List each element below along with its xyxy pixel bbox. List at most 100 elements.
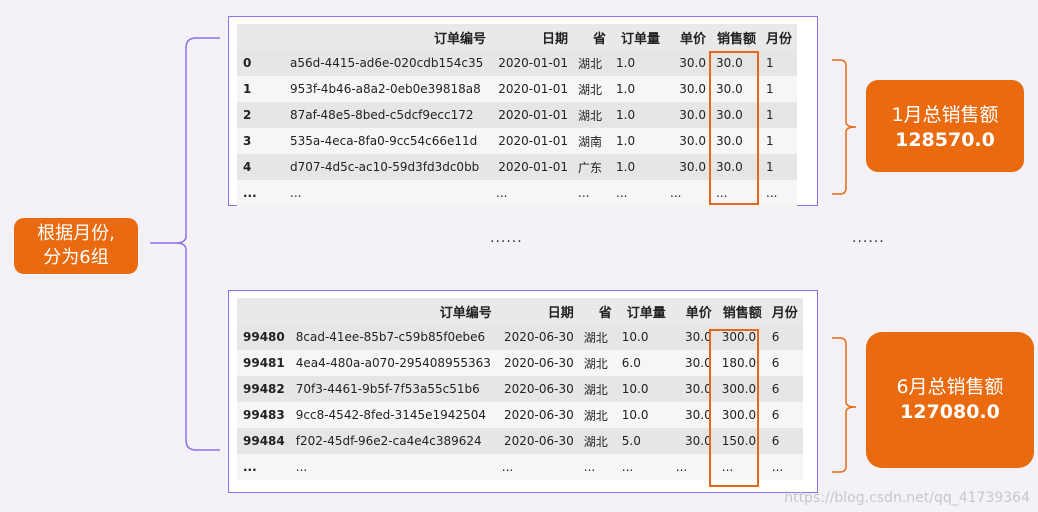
row-index: 99482	[243, 382, 285, 396]
cell-quantity: 1.0	[616, 134, 636, 148]
cell-date: 2020-06-30	[504, 356, 574, 370]
col-header-price: 单价	[685, 305, 712, 321]
groups-omitted-ellipsis: ......	[852, 230, 885, 246]
cell-order-id: f202-45df-96e2-ca4e4c389624	[295, 434, 482, 448]
month6-total-value: 127080.0	[900, 401, 1000, 423]
truncation-cell: ...	[501, 460, 514, 474]
truncation-cell: ...	[578, 186, 590, 200]
month6-total-label: 6月总销售额	[896, 376, 1004, 398]
cell-month: 6	[771, 330, 780, 344]
truncation-cell: ...	[670, 186, 682, 200]
cell-month: 6	[771, 356, 780, 370]
row-index: 1	[243, 82, 252, 96]
truncation-cell: ...	[621, 460, 634, 474]
sales-column-highlight	[709, 329, 759, 487]
cell-date: 2020-01-01	[498, 160, 568, 174]
truncation-cell: ...	[290, 186, 302, 200]
cell-quantity: 1.0	[616, 160, 636, 174]
col-header-province: 省	[592, 31, 606, 47]
truncation-cell: ...	[295, 460, 308, 474]
cell-price: 30.0	[679, 108, 706, 122]
cell-quantity: 10.0	[621, 330, 649, 344]
row-index: 99481	[243, 356, 285, 370]
truncation-cell: ...	[771, 460, 784, 474]
month1-total-value: 128570.0	[895, 129, 995, 151]
cell-date: 2020-06-30	[504, 330, 574, 344]
cell-province: 广东	[578, 160, 603, 175]
cell-date: 2020-01-01	[498, 134, 568, 148]
cell-month: 1	[766, 134, 774, 148]
col-header-order-id: 订单编号	[439, 305, 492, 321]
watermark: https://blog.csdn.net/qq_41739364	[784, 490, 1030, 506]
cell-order-id: 4ea4-480a-a070-295408955363	[295, 356, 491, 370]
cell-month: 1	[766, 82, 774, 96]
cell-quantity: 1.0	[616, 108, 636, 122]
cell-province: 湖北	[578, 82, 603, 97]
cell-date: 2020-06-30	[504, 434, 574, 448]
cell-month: 6	[771, 434, 780, 448]
cell-quantity: 1.0	[616, 56, 636, 70]
cell-date: 2020-01-01	[498, 56, 568, 70]
cell-province: 湖北	[578, 56, 603, 71]
cell-order-id: 9cc8-4542-8fed-3145e1942504	[295, 408, 486, 422]
cell-order-id: 70f3-4461-9b5f-7f53a55c51b6	[295, 382, 480, 396]
sales-column-highlight	[709, 51, 759, 205]
cell-province: 湖北	[583, 408, 608, 423]
table-header-row: 订单编号 日期 省 订单量 单价 销售额 月份	[237, 24, 798, 50]
cell-date: 2020-06-30	[504, 408, 574, 422]
dataframe-month6-frame: 订单编号 日期 省 订单量 单价 销售额 月份 99480 8cad-41ee-8…	[228, 290, 818, 493]
cell-province: 湖北	[578, 108, 603, 123]
row-index: 0	[243, 56, 252, 70]
cell-quantity: 10.0	[621, 408, 649, 422]
truncation-cell: ...	[616, 186, 628, 200]
truncation-cell: ...	[766, 186, 778, 200]
row-index: 2	[243, 108, 252, 122]
cell-province: 湖南	[578, 134, 603, 149]
month1-total-label: 1月总销售额	[891, 104, 999, 126]
row-index: 99480	[243, 330, 285, 344]
cell-quantity: 5.0	[621, 434, 641, 448]
cell-province: 湖北	[583, 356, 608, 371]
row-index: 99483	[243, 408, 285, 422]
row-index: 4	[243, 160, 252, 174]
col-header-date: 日期	[541, 31, 568, 47]
table-header-row: 订单编号 日期 省 订单量 单价 销售额 月份	[237, 298, 803, 324]
cell-price: 30.0	[679, 56, 706, 70]
cell-month: 1	[766, 160, 774, 174]
cell-month: 6	[771, 382, 780, 396]
rows-omitted-ellipsis: ......	[490, 230, 523, 246]
cell-province: 湖北	[583, 382, 608, 397]
col-header-date: 日期	[547, 305, 574, 321]
cell-month: 6	[771, 408, 780, 422]
col-header-month: 月份	[766, 31, 793, 47]
col-header-month: 月份	[771, 305, 798, 321]
group-label-line2: 分为6组	[43, 247, 109, 268]
col-header-sales: 销售额	[716, 31, 756, 47]
cell-month: 1	[766, 56, 774, 70]
col-header-quantity: 订单量	[620, 31, 660, 47]
cell-order-id: d707-4d5c-ac10-59d3fd3dc0bb	[290, 160, 480, 174]
truncation-cell: ...	[496, 186, 508, 200]
dataframe-month1-frame: 订单编号 日期 省 订单量 单价 销售额 月份 0 a56d-4415-ad6e-…	[228, 16, 818, 206]
cell-price: 30.0	[679, 160, 706, 174]
cell-order-id: 953f-4b46-a8a2-0eb0e39818a8	[290, 82, 481, 96]
cell-quantity: 10.0	[621, 382, 649, 396]
row-index: 3	[243, 134, 252, 148]
truncation-cell: ...	[243, 186, 257, 200]
cell-province: 湖北	[583, 434, 608, 449]
col-header-price: 单价	[679, 31, 706, 47]
cell-date: 2020-06-30	[504, 382, 574, 396]
cell-order-id: 8cad-41ee-85b7-c59b85f0ebe6	[295, 330, 486, 344]
cell-order-id: a56d-4415-ad6e-020cdb154c35	[290, 56, 484, 70]
truncation-cell: ...	[583, 460, 596, 474]
cell-month: 1	[766, 108, 774, 122]
cell-date: 2020-01-01	[498, 82, 568, 96]
cell-order-id: 87af-48e5-8bed-c5dcf9ecc172	[290, 108, 474, 122]
col-header-order-id: 订单编号	[433, 31, 486, 47]
col-header-province: 省	[598, 305, 612, 321]
cell-quantity: 6.0	[621, 356, 641, 370]
group-label-line1: 根据月份,	[37, 223, 115, 244]
truncation-cell: ...	[243, 460, 257, 474]
cell-quantity: 1.0	[616, 82, 636, 96]
cell-price: 30.0	[679, 134, 706, 148]
